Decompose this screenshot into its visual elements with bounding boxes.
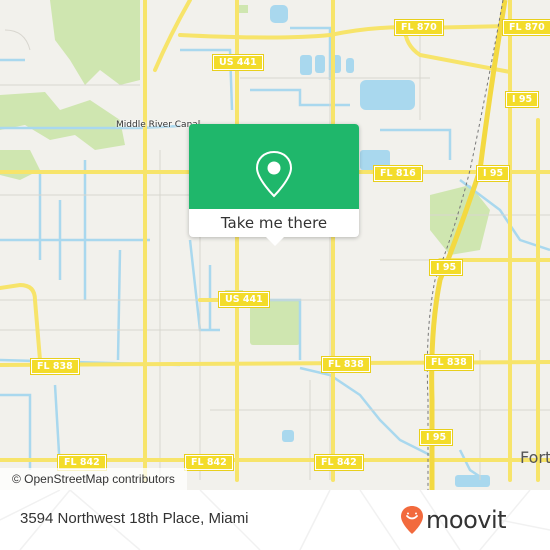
highway-shield-i-95: I 95 (504, 91, 540, 108)
map-attribution[interactable]: © OpenStreetMap contributors (0, 468, 187, 490)
highway-shield-fl-842: FL 842 (314, 454, 364, 471)
highway-shield-fl-838: FL 838 (424, 354, 474, 371)
take-me-there-button[interactable]: Take me there (189, 209, 359, 237)
canals (0, 26, 550, 482)
highway-shield-i-95: I 95 (475, 165, 511, 182)
highway-shield-us-441: US 441 (218, 291, 270, 308)
popup-pointer (265, 236, 285, 246)
moovit-logo[interactable]: moovit (400, 502, 507, 538)
highway-shield-fl-816: FL 816 (373, 165, 423, 182)
highway-shield-fl-842: FL 842 (184, 454, 234, 471)
minor-roads (0, 29, 550, 480)
popup-header (189, 124, 359, 209)
moovit-pin-icon (401, 506, 423, 534)
highway-shield-fl-838: FL 838 (321, 356, 371, 373)
map[interactable]: FL 870 FL 870 US 441 I 95 FL 816 I 95 I … (0, 0, 550, 490)
location-popup: Take me there (189, 124, 359, 246)
moovit-wordmark: moovit (426, 506, 507, 534)
highway-shield-i-95: I 95 (428, 259, 464, 276)
highway-shield-us-441: US 441 (212, 54, 264, 71)
highway-shield-fl-870: FL 870 (502, 19, 550, 36)
highway-shield-fl-838: FL 838 (30, 358, 80, 375)
highway-shield-fl-870: FL 870 (394, 19, 444, 36)
highway-shield-i-95: I 95 (418, 429, 454, 446)
city-label: Fort (520, 448, 550, 467)
canal-label: Middle River Canal (116, 120, 201, 130)
address-text: 3594 Northwest 18th Place, Miami (20, 510, 249, 527)
footer: 3594 Northwest 18th Place, Miami moovit (0, 490, 550, 550)
map-pin-icon (255, 150, 293, 198)
